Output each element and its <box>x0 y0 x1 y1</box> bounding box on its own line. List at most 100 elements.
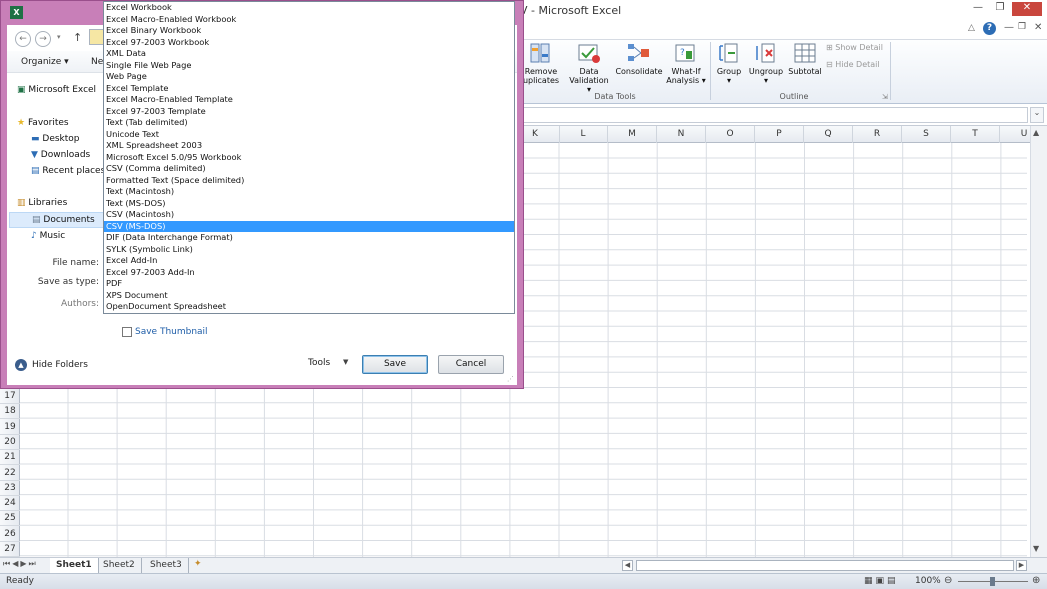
zoom-in-icon[interactable]: ⊕ <box>1032 575 1040 586</box>
restore-workbook-icon[interactable]: ❐ <box>1018 22 1026 32</box>
hide-folders-button[interactable]: Hide Folders <box>32 360 88 370</box>
save-thumbnail-checkbox[interactable] <box>122 327 132 337</box>
data-validation-button[interactable]: Data Validation ▾ <box>566 42 612 94</box>
column-header[interactable]: R <box>853 126 902 143</box>
row-header[interactable]: 26 <box>0 527 20 542</box>
new-folder-button[interactable]: Ne <box>91 57 103 67</box>
row-header[interactable]: 23 <box>0 481 20 496</box>
save-thumbnail-label[interactable]: Save Thumbnail <box>135 327 208 337</box>
row-header[interactable]: 19 <box>0 420 20 435</box>
file-type-option[interactable]: Web Page <box>104 71 514 83</box>
column-header[interactable]: S <box>902 126 951 143</box>
sheet-nav-arrows-icon[interactable]: ⏮◀▶⏭ <box>3 559 38 569</box>
file-type-option[interactable]: Excel Add-In <box>104 255 514 267</box>
file-type-option[interactable]: XML Spreadsheet 2003 <box>104 140 514 152</box>
hide-folders-icon[interactable]: ▲ <box>15 359 27 371</box>
zoom-out-icon[interactable]: ⊖ <box>944 575 952 586</box>
what-if-analysis-button[interactable]: ? What-If Analysis ▾ <box>664 42 708 85</box>
nav-item-libraries[interactable]: ▥ Libraries <box>17 198 67 208</box>
expand-formula-bar-icon[interactable]: ⌄ <box>1030 107 1044 123</box>
file-type-option[interactable]: PDF <box>104 278 514 290</box>
back-icon[interactable]: ← <box>15 31 31 47</box>
file-type-option[interactable]: Excel Binary Workbook <box>104 25 514 37</box>
show-detail-button[interactable]: ⊞ Show Detail <box>826 43 883 52</box>
column-header[interactable]: M <box>608 126 657 143</box>
file-type-option[interactable]: Excel Workbook <box>104 2 514 14</box>
outline-dialog-launcher-icon[interactable]: ⇲ <box>882 93 888 101</box>
organize-button[interactable]: Organize ▾ <box>21 57 69 67</box>
sheet-tab[interactable]: Sheet2 <box>97 558 142 573</box>
close-workbook-icon[interactable]: ✕ <box>1034 22 1042 33</box>
remove-duplicates-button[interactable]: Remove uplicates <box>520 42 562 85</box>
file-type-option[interactable]: Text (Macintosh) <box>104 186 514 198</box>
scroll-down-icon[interactable]: ▼ <box>1033 544 1039 553</box>
insert-sheet-icon[interactable]: ✦ <box>194 559 202 569</box>
close-icon[interactable]: ✕ <box>1012 2 1042 16</box>
file-type-option[interactable]: Single File Web Page <box>104 60 514 72</box>
file-type-option[interactable]: Excel 97-2003 Template <box>104 106 514 118</box>
vertical-scrollbar[interactable]: ▲ ▼ <box>1030 126 1047 557</box>
up-folder-icon[interactable]: ↑ <box>73 31 82 44</box>
row-header[interactable]: 25 <box>0 511 20 526</box>
column-header[interactable]: L <box>559 126 608 143</box>
help-icon[interactable]: ? <box>983 22 996 35</box>
nav-item-favorites[interactable]: ★ Favorites <box>17 118 69 128</box>
nav-item-downloads[interactable]: ▼ Downloads <box>31 150 90 160</box>
file-type-option[interactable]: Text (MS-DOS) <box>104 198 514 210</box>
file-type-option[interactable]: SYLK (Symbolic Link) <box>104 244 514 256</box>
row-header[interactable]: 20 <box>0 435 20 450</box>
column-header[interactable]: O <box>706 126 755 143</box>
subtotal-button[interactable]: Subtotal <box>786 42 824 76</box>
file-type-option[interactable]: CSV (Comma delimited) <box>104 163 514 175</box>
nav-item-microsoft-excel[interactable]: ▣ Microsoft Excel <box>17 85 96 95</box>
column-header[interactable]: T <box>951 126 1000 143</box>
column-header[interactable]: N <box>657 126 706 143</box>
cancel-button[interactable]: Cancel <box>438 355 504 374</box>
minimize-ribbon-icon[interactable]: — <box>1004 22 1014 33</box>
file-type-option[interactable]: CSV (MS-DOS) <box>104 221 514 233</box>
row-header[interactable]: 27 <box>0 542 20 557</box>
row-header[interactable]: 17 <box>0 389 20 404</box>
file-type-option[interactable]: Excel Template <box>104 83 514 95</box>
sheet-tab[interactable]: Sheet1 <box>50 558 99 573</box>
tools-button[interactable]: Tools <box>308 358 330 368</box>
file-type-option[interactable]: XML Data <box>104 48 514 60</box>
save-as-type-dropdown-list[interactable]: Excel WorkbookExcel Macro-Enabled Workbo… <box>103 1 515 314</box>
file-type-option[interactable]: DIF (Data Interchange Format) <box>104 232 514 244</box>
file-type-option[interactable]: XPS Document <box>104 290 514 302</box>
ribbon-collapse-icon[interactable]: △ <box>968 23 980 35</box>
nav-item-desktop[interactable]: ▬ Desktop <box>31 134 80 144</box>
tools-dropdown-icon[interactable]: ▼ <box>343 358 348 366</box>
group-button[interactable]: Group ▾ <box>713 42 745 85</box>
resize-grip-icon[interactable]: ⋰ <box>507 375 515 383</box>
zoom-slider-thumb[interactable] <box>990 577 995 586</box>
scroll-up-icon[interactable]: ▲ <box>1033 128 1039 137</box>
view-buttons-icon[interactable]: ▦▣▤ <box>864 576 899 586</box>
ungroup-button[interactable]: Ungroup ▾ <box>746 42 786 85</box>
column-header[interactable]: Q <box>804 126 853 143</box>
nav-item-music[interactable]: ♪ Music <box>31 231 65 241</box>
sheet-tab[interactable]: Sheet3 <box>144 558 189 573</box>
file-type-option[interactable]: Excel Macro-Enabled Workbook <box>104 14 514 26</box>
horizontal-scrollbar[interactable] <box>636 560 1014 571</box>
hscroll-left-icon[interactable]: ◀ <box>622 560 633 571</box>
nav-item-documents[interactable]: ▤ Documents <box>9 212 105 228</box>
file-type-option[interactable]: CSV (Macintosh) <box>104 209 514 221</box>
hide-detail-button[interactable]: ⊟ Hide Detail <box>826 60 880 69</box>
file-type-option[interactable]: Microsoft Excel 5.0/95 Workbook <box>104 152 514 164</box>
file-type-option[interactable]: Formatted Text (Space delimited) <box>104 175 514 187</box>
file-type-option[interactable]: Unicode Text <box>104 129 514 141</box>
column-header[interactable]: P <box>755 126 804 143</box>
row-header[interactable]: 24 <box>0 496 20 511</box>
nav-item-recent-places[interactable]: ▤ Recent places <box>31 166 105 176</box>
file-type-option[interactable]: Text (Tab delimited) <box>104 117 514 129</box>
restore-icon[interactable]: ❐ <box>990 2 1010 16</box>
file-type-option[interactable]: OpenDocument Spreadsheet <box>104 301 514 313</box>
file-type-option[interactable]: Excel 97-2003 Add-In <box>104 267 514 279</box>
row-header[interactable]: 21 <box>0 450 20 465</box>
consolidate-button[interactable]: Consolidate <box>614 42 664 76</box>
formula-input[interactable] <box>520 107 1028 123</box>
file-type-option[interactable]: Excel Macro-Enabled Template <box>104 94 514 106</box>
row-header[interactable]: 22 <box>0 466 20 481</box>
row-header[interactable]: 18 <box>0 404 20 419</box>
